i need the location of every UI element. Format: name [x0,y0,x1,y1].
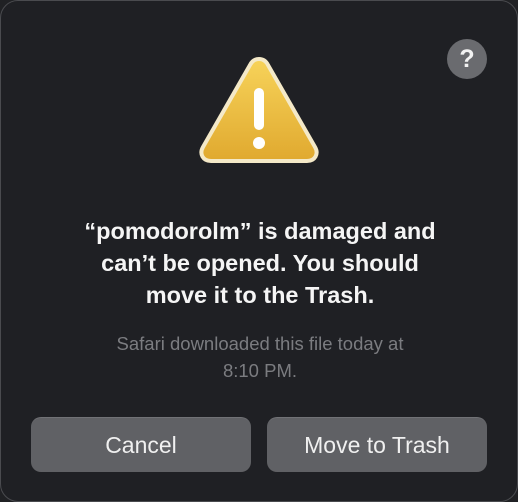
alert-title-line: can’t be opened. You should [101,250,419,276]
alert-message-line: Safari downloaded this file today at [116,333,404,354]
alert-message-line: 8:10 PM. [222,360,298,381]
warning-triangle-icon [199,57,319,163]
alert-title-line: “pomodorolm” is damaged and [84,218,436,244]
help-button[interactable]: ? [447,39,487,79]
move-to-trash-button[interactable]: Move to Trash [267,417,487,472]
cancel-button-label: Cancel [105,431,177,458]
help-icon: ? [459,44,475,73]
cancel-button[interactable]: Cancel [31,417,251,472]
alert-title: “pomodorolm” is damaged and can’t be ope… [41,215,479,311]
move-to-trash-button-label: Move to Trash [304,431,450,458]
alert-message: Safari downloaded this file today at 8:1… [41,330,479,384]
alert-dialog: ? “pomodorolm” is damaged and can’t be o… [0,0,518,502]
alert-title-line: move it to the Trash. [145,282,375,308]
